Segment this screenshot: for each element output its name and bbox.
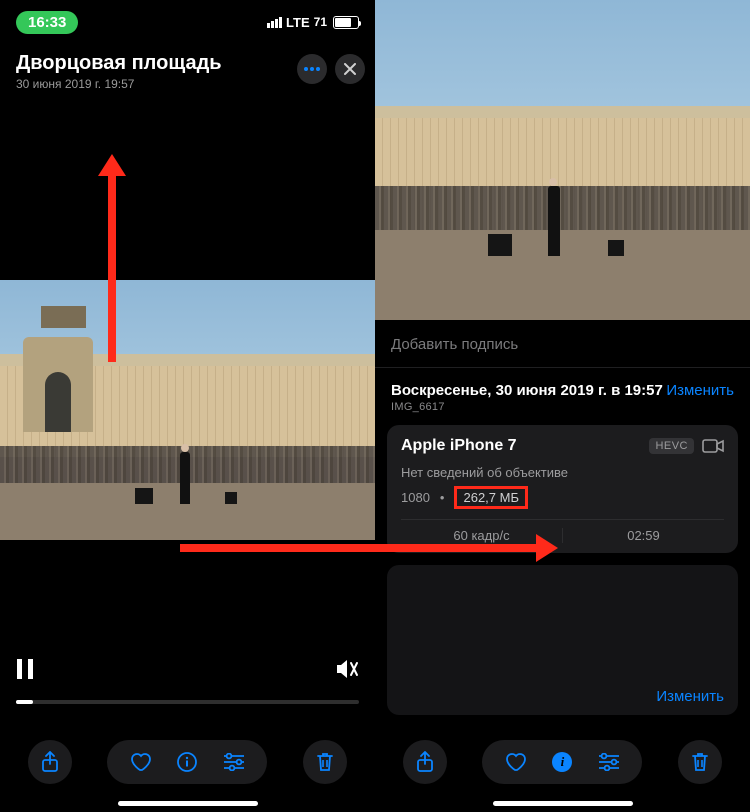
- battery-percent: 71: [314, 15, 327, 29]
- status-bar: 16:33 LTE 71: [0, 0, 375, 44]
- share-button[interactable]: [28, 740, 72, 784]
- mute-icon[interactable]: [335, 658, 359, 680]
- toolbar-right: i: [375, 740, 750, 784]
- video-frame[interactable]: [0, 280, 375, 540]
- annotation-arrow-right: [180, 544, 540, 552]
- network-label: LTE: [286, 15, 310, 30]
- resolution-line: 1080 • 262,7 МБ: [401, 486, 724, 509]
- edit-date-button[interactable]: Изменить: [666, 382, 734, 399]
- file-size-highlight: 262,7 МБ: [454, 486, 528, 509]
- annotation-arrow-up: [108, 172, 116, 362]
- phone-right: Добавить подпись Воскресенье, 30 июня 20…: [375, 0, 750, 812]
- info-button-active[interactable]: i: [552, 752, 572, 772]
- video-title: Дворцовая площадь: [16, 52, 315, 75]
- delete-button[interactable]: [678, 740, 722, 784]
- info-button[interactable]: [177, 752, 197, 772]
- share-button[interactable]: [403, 740, 447, 784]
- map-edit-button[interactable]: Изменить: [656, 688, 724, 705]
- toolbar-pill: i: [482, 740, 642, 784]
- favorite-button[interactable]: [504, 752, 526, 772]
- lens-info: Нет сведений об объективе: [401, 465, 724, 480]
- adjust-button[interactable]: [223, 753, 245, 771]
- pause-button[interactable]: [16, 658, 34, 680]
- video-header: Дворцовая площадь 30 июня 2019 г. 19:57: [16, 52, 315, 91]
- photo-preview[interactable]: [375, 0, 750, 320]
- cellular-signal-icon: [267, 17, 282, 28]
- more-button[interactable]: [297, 54, 327, 84]
- adjust-button[interactable]: [598, 753, 620, 771]
- status-right: LTE 71: [267, 15, 359, 30]
- phone-left: 16:33 LTE 71 Дворцовая площадь 30 июня 2…: [0, 0, 375, 812]
- caption-input[interactable]: Добавить подпись: [375, 320, 750, 368]
- home-indicator[interactable]: [493, 801, 633, 806]
- device-label: Apple iPhone 7: [401, 437, 517, 455]
- delete-button[interactable]: [303, 740, 347, 784]
- date-label: Воскресенье, 30 июня 2019 г. в 19:57: [391, 382, 663, 399]
- battery-icon: [333, 16, 359, 29]
- toolbar-left: [0, 740, 375, 784]
- video-subtitle: 30 июня 2019 г. 19:57: [16, 77, 315, 91]
- filename-label: IMG_6617: [375, 401, 750, 425]
- progress-bar[interactable]: [16, 700, 359, 704]
- resolution-value: 1080: [401, 490, 430, 505]
- toolbar-pill: [107, 740, 267, 784]
- close-button[interactable]: [335, 54, 365, 84]
- video-icon: [702, 439, 724, 453]
- map-card[interactable]: Изменить: [387, 565, 738, 715]
- favorite-button[interactable]: [129, 752, 151, 772]
- info-panel: Добавить подпись Воскресенье, 30 июня 20…: [375, 320, 750, 812]
- duration-label: 02:59: [563, 528, 724, 543]
- status-time-pill[interactable]: 16:33: [16, 11, 78, 34]
- codec-badge: HEVC: [649, 438, 694, 454]
- metadata-card: Apple iPhone 7 HEVC Нет сведений об объе…: [387, 425, 738, 553]
- home-indicator[interactable]: [118, 801, 258, 806]
